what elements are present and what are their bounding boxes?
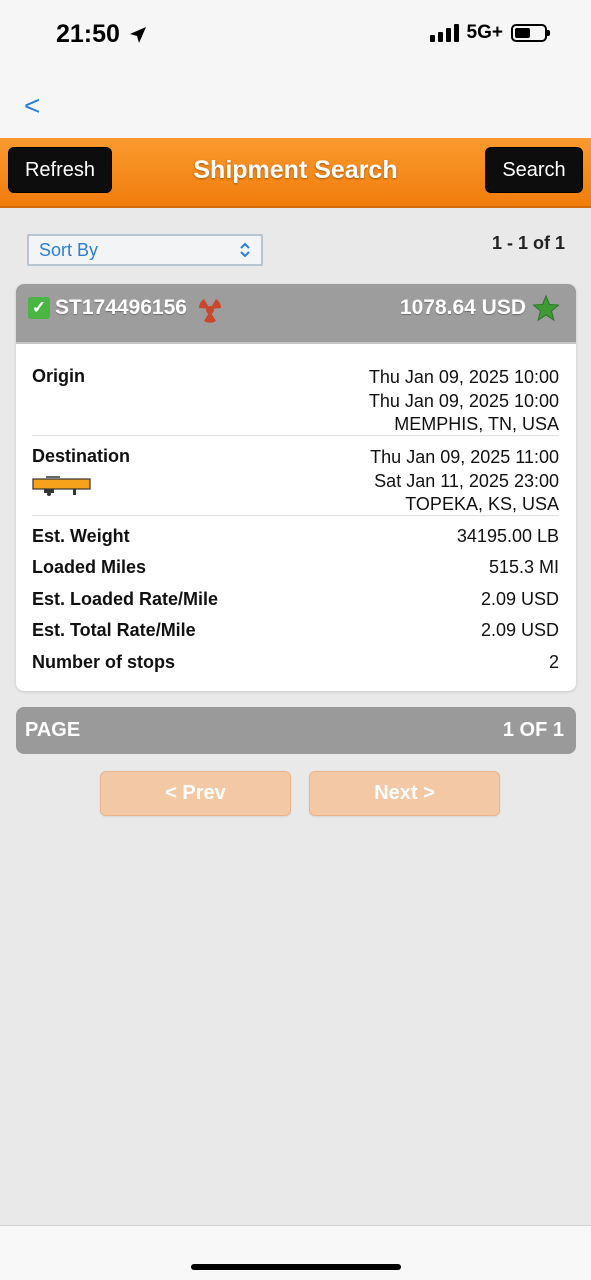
detail-value: 34195.00 LB xyxy=(456,526,559,546)
detail-label: Est. Loaded Rate/Mile xyxy=(32,589,219,609)
detail-value: 2 xyxy=(548,652,559,672)
origin-row: Origin Thu Jan 09, 2025 10:00 Thu Jan 09… xyxy=(32,366,559,436)
sort-by-select[interactable]: Sort By xyxy=(27,234,263,266)
destination-line-2: Sat Jan 11, 2025 23:00 xyxy=(374,470,559,491)
status-bar: 21:50 5G+ xyxy=(0,0,591,76)
home-indicator[interactable] xyxy=(191,1264,401,1270)
destination-label: Destination xyxy=(32,446,131,466)
detail-value: 2.09 USD xyxy=(480,620,559,640)
nav-bar: < xyxy=(0,76,591,138)
signal-icon xyxy=(429,24,459,42)
status-indicators: 5G+ xyxy=(429,22,550,44)
shipment-id[interactable]: ST174496156 xyxy=(55,296,187,320)
destination-line-1: Thu Jan 09, 2025 11:00 xyxy=(370,447,559,467)
shipment-card[interactable]: ✓ ST174496156 1078.64 USD Origin Thu Jan… xyxy=(16,284,576,691)
destination-row: Destination Thu Jan 09, 2025 11:00 Sat J… xyxy=(32,446,559,516)
page-number: 1 OF 1 xyxy=(502,719,564,741)
shipment-card-header: ✓ ST174496156 1078.64 USD xyxy=(16,284,576,344)
trailer-icon xyxy=(32,476,91,496)
destination-values: Thu Jan 09, 2025 11:00 Sat Jan 11, 2025 … xyxy=(370,446,559,517)
shipment-price: 1078.64 USD xyxy=(399,296,526,319)
result-count: 1 - 1 of 1 xyxy=(491,233,565,253)
divider xyxy=(32,515,559,516)
origin-line-1: Thu Jan 09, 2025 10:00 xyxy=(368,367,559,387)
origin-label: Origin xyxy=(32,366,85,386)
next-button[interactable]: Next > xyxy=(309,771,500,816)
prev-button[interactable]: < Prev xyxy=(100,771,291,816)
detail-label: Est. Weight xyxy=(32,526,130,546)
pagination-bar: PAGE 1 OF 1 xyxy=(16,707,576,754)
detail-row-stops: Number of stops 2 xyxy=(32,652,559,676)
star-icon[interactable] xyxy=(532,294,560,322)
location-arrow-icon xyxy=(129,26,146,43)
app-header: Refresh Shipment Search Search xyxy=(0,138,591,208)
chevron-up-down-icon xyxy=(239,242,251,258)
detail-label: Number of stops xyxy=(32,652,176,672)
hazard-radiation-icon xyxy=(199,299,221,323)
checkbox-checked-icon[interactable]: ✓ xyxy=(28,297,50,319)
network-label: 5G+ xyxy=(466,22,503,43)
detail-row-loaded-rate: Est. Loaded Rate/Mile 2.09 USD xyxy=(32,589,559,613)
sort-by-label: Sort By xyxy=(39,239,99,260)
origin-line-2: Thu Jan 09, 2025 10:00 xyxy=(368,390,559,411)
detail-label: Est. Total Rate/Mile xyxy=(32,620,196,640)
detail-value: 515.3 MI xyxy=(488,557,559,577)
back-button[interactable]: < xyxy=(24,90,40,122)
detail-row-total-rate: Est. Total Rate/Mile 2.09 USD xyxy=(32,620,559,644)
divider xyxy=(32,435,559,436)
clock-text: 21:50 xyxy=(56,20,120,48)
detail-row-loaded-miles: Loaded Miles 515.3 MI xyxy=(32,557,559,581)
origin-values: Thu Jan 09, 2025 10:00 Thu Jan 09, 2025 … xyxy=(369,366,559,437)
status-time: 21:50 xyxy=(56,20,148,49)
detail-value: 2.09 USD xyxy=(480,589,559,609)
origin-location: MEMPHIS, TN, USA xyxy=(394,414,559,434)
page-label: PAGE xyxy=(25,719,81,741)
bottom-toolbar xyxy=(0,1225,591,1280)
battery-icon xyxy=(511,24,550,42)
detail-row-weight: Est. Weight 34195.00 LB xyxy=(32,526,559,550)
detail-label: Loaded Miles xyxy=(32,557,147,577)
destination-location: TOPEKA, KS, USA xyxy=(405,494,559,514)
search-button[interactable]: Search xyxy=(485,147,583,193)
